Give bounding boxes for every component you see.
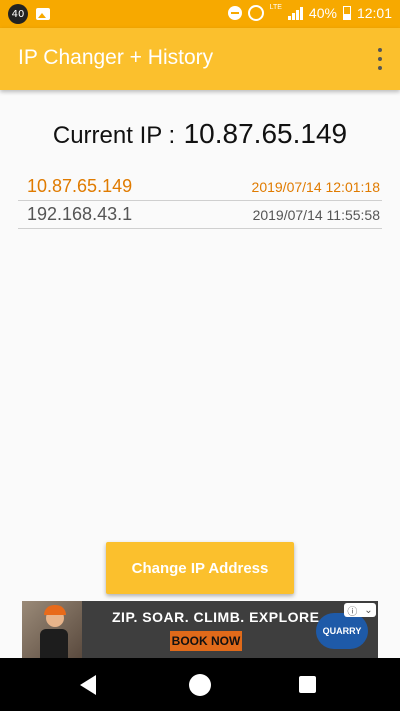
do-not-disturb-icon: [227, 6, 242, 20]
ad-book-now-button[interactable]: BOOK NOW: [170, 631, 242, 651]
status-bar: 40 LTE 40% 12:01: [0, 0, 400, 28]
ad-photo: [22, 601, 82, 658]
ad-info-icon[interactable]: ⓘ ⌄: [344, 603, 376, 618]
ad-banner[interactable]: ZIP. SOAR. CLIMB. EXPLORE. BOOK NOW QUAR…: [22, 601, 378, 658]
history-ip: 10.87.65.149: [27, 176, 133, 196]
back-icon[interactable]: [80, 675, 96, 695]
status-right: LTE 40% 12:01: [227, 3, 392, 21]
home-icon[interactable]: [189, 674, 211, 696]
current-ip-label: Current IP :: [52, 122, 176, 149]
navigation-bar: [0, 658, 400, 711]
ad-headline: ZIP. SOAR. CLIMB. EXPLORE.: [112, 609, 324, 625]
current-ip-value: 10.87.65.149: [183, 118, 348, 149]
app-title: IP Changer + History: [18, 46, 214, 69]
overflow-menu-icon[interactable]: [376, 48, 384, 70]
current-ip-display: Current IP : 10.87.65.149: [0, 118, 400, 150]
history-timestamp: 2019/07/14 12:01:18: [251, 178, 380, 195]
change-ip-button[interactable]: Change IP Address: [106, 542, 294, 594]
ad-brand-logo: QUARRY PARK: [316, 613, 368, 649]
history-timestamp: 2019/07/14 11:55:58: [252, 206, 380, 223]
notification-badge-icon: 40: [8, 4, 28, 24]
network-type: LTE: [269, 3, 282, 11]
battery-icon: [342, 6, 351, 20]
history-row[interactable]: 192.168.43.1 2019/07/14 11:55:58: [18, 201, 382, 229]
status-left: 40: [8, 4, 50, 24]
alarm-icon: [247, 5, 264, 21]
ip-history-list: 10.87.65.149 2019/07/14 12:01:18 192.168…: [18, 173, 382, 229]
signal-icon: [287, 6, 303, 20]
battery-percent: 40%: [308, 5, 337, 21]
status-time: 12:01: [356, 5, 392, 21]
history-row[interactable]: 10.87.65.149 2019/07/14 12:01:18: [18, 173, 382, 201]
image-icon: [36, 8, 50, 20]
recent-apps-icon[interactable]: [299, 676, 316, 693]
history-ip: 192.168.43.1: [27, 204, 133, 224]
app-toolbar: IP Changer + History: [0, 28, 400, 90]
